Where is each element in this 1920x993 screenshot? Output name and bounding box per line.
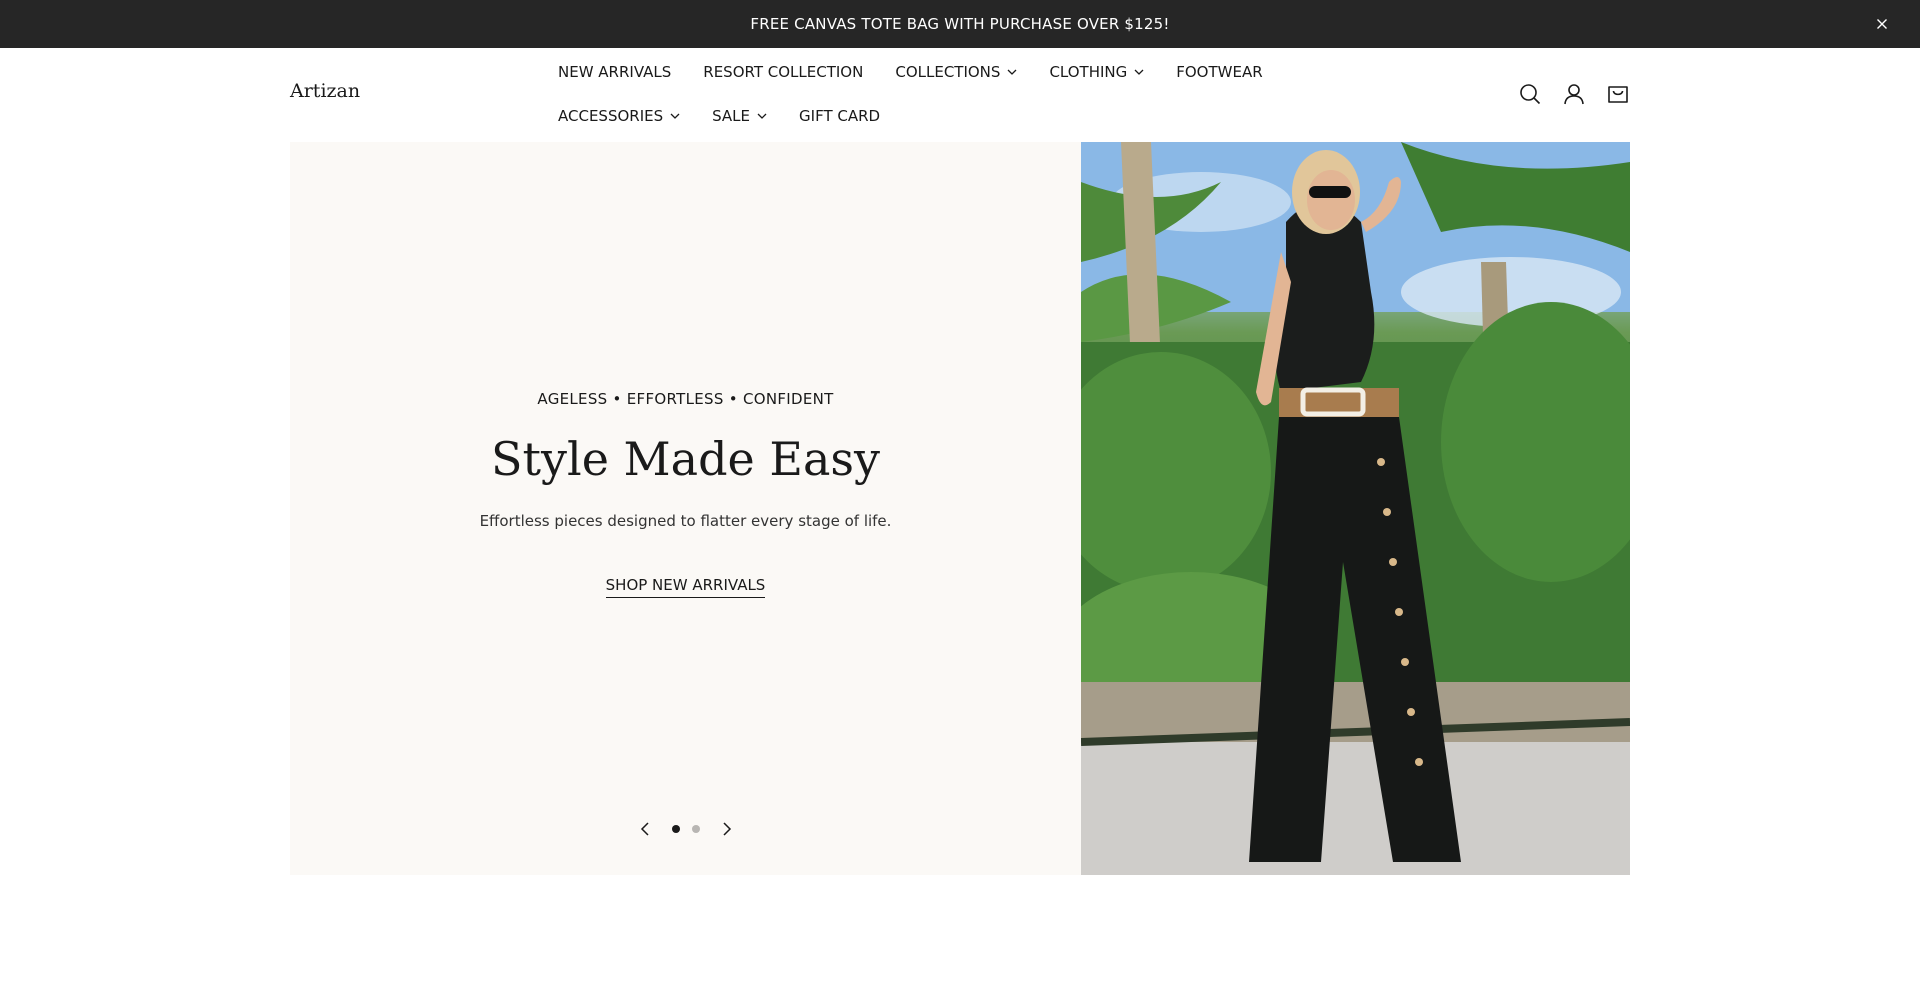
hero-image — [1081, 142, 1630, 875]
nav-item-label: SALE — [712, 107, 751, 125]
announcement-bar: FREE CANVAS TOTE BAG WITH PURCHASE OVER … — [0, 0, 1920, 48]
nav-row-1: NEW ARRIVALS RESORT COLLECTION COLLECTIO… — [558, 62, 1295, 82]
hero-subtext: Effortless pieces designed to flatter ev… — [479, 512, 892, 530]
chevron-down-icon — [1134, 69, 1144, 75]
logo[interactable]: Artizan — [290, 80, 360, 102]
slide-dot-2[interactable] — [691, 825, 700, 833]
nav-item-collections[interactable]: COLLECTIONS — [895, 62, 1017, 82]
slide-dots — [671, 825, 700, 833]
slider-controls — [290, 818, 1081, 840]
cart-icon[interactable] — [1606, 82, 1630, 106]
nav-item-sale[interactable]: SALE — [712, 106, 767, 126]
header-icons — [1518, 82, 1630, 106]
nav-item-label: NEW ARRIVALS — [558, 63, 672, 81]
nav-item-accessories[interactable]: ACCESSORIES — [558, 106, 680, 126]
chevron-left-icon[interactable] — [634, 818, 656, 840]
search-icon[interactable] — [1518, 82, 1542, 106]
hero-eyebrow: AGELESS • EFFORTLESS • CONFIDENT — [537, 390, 834, 408]
nav-item-label: RESORT COLLECTION — [703, 63, 864, 81]
close-icon[interactable] — [1872, 14, 1892, 34]
announcement-text: FREE CANVAS TOTE BAG WITH PURCHASE OVER … — [750, 15, 1170, 33]
nav-row-2: ACCESSORIES SALE GIFT CARD — [558, 106, 912, 126]
chevron-down-icon — [757, 113, 767, 119]
nav-item-label: CLOTHING — [1049, 63, 1128, 81]
nav-item-footwear[interactable]: FOOTWEAR — [1176, 62, 1262, 82]
nav-item-clothing[interactable]: CLOTHING — [1049, 62, 1144, 82]
hero-content-panel: AGELESS • EFFORTLESS • CONFIDENT Style M… — [290, 142, 1081, 875]
hero-headline: Style Made Easy — [491, 432, 880, 486]
slide-dot-1[interactable] — [671, 825, 680, 833]
chevron-right-icon[interactable] — [716, 818, 738, 840]
chevron-down-icon — [670, 113, 680, 119]
site-header: Artizan NEW ARRIVALS RESORT COLLECTION C… — [0, 48, 1920, 142]
nav-item-label: COLLECTIONS — [895, 63, 1001, 81]
hero-slideshow: AGELESS • EFFORTLESS • CONFIDENT Style M… — [290, 142, 1630, 875]
shop-new-arrivals-link[interactable]: SHOP NEW ARRIVALS — [605, 576, 766, 598]
nav-item-new-arrivals[interactable]: NEW ARRIVALS — [558, 62, 671, 82]
nav-item-gift-card[interactable]: GIFT CARD — [799, 106, 880, 126]
nav-item-label: ACCESSORIES — [558, 107, 664, 125]
nav-item-label: FOOTWEAR — [1176, 63, 1263, 81]
account-icon[interactable] — [1562, 82, 1586, 106]
nav-item-resort-collection[interactable]: RESORT COLLECTION — [703, 62, 863, 82]
nav-item-label: GIFT CARD — [799, 107, 881, 125]
chevron-down-icon — [1007, 69, 1017, 75]
hero-photo-illustration — [1081, 142, 1630, 875]
